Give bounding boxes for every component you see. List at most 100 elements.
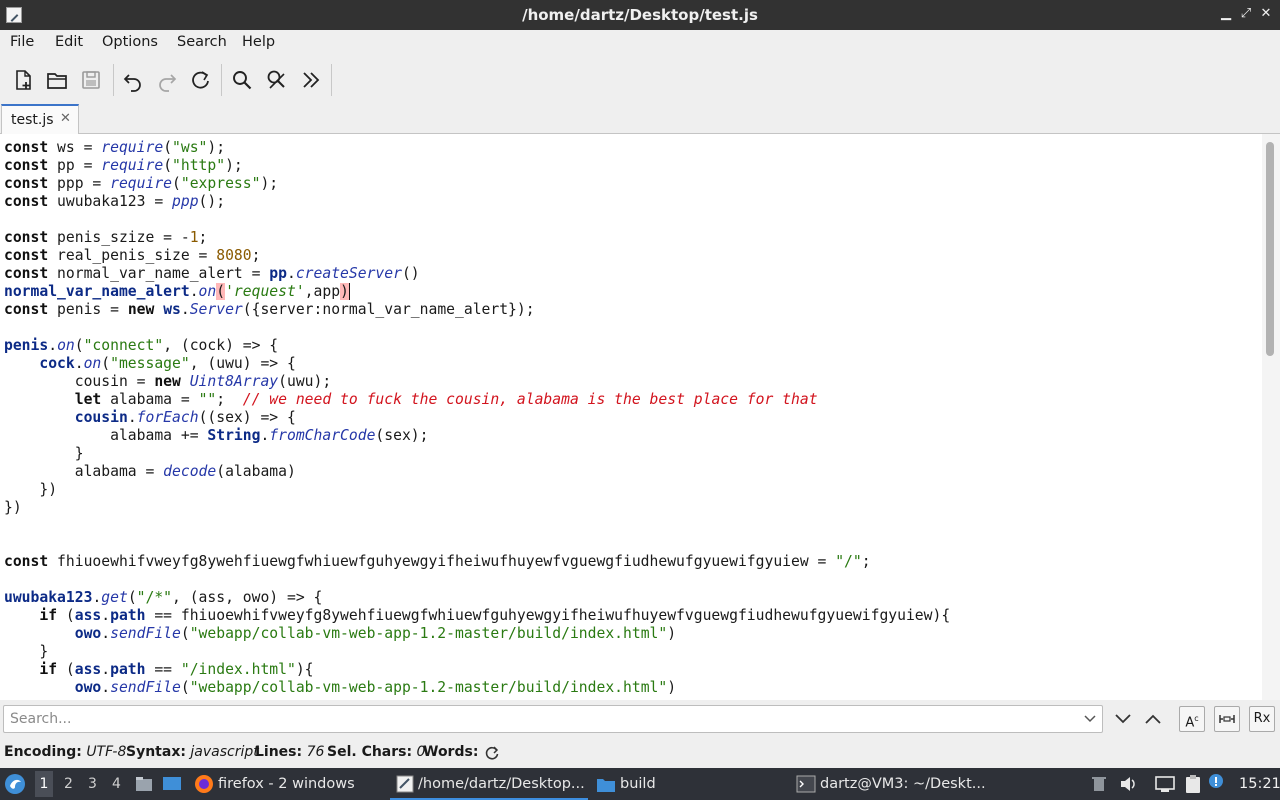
code-line[interactable]: const real_penis_size = 8080;	[4, 247, 950, 265]
code-token: "connect"	[83, 337, 164, 354]
code-line[interactable]: })	[4, 481, 950, 499]
find-previous-button[interactable]	[1140, 706, 1166, 732]
code-token: alabama +=	[4, 427, 208, 444]
code-line[interactable]: if (ass.path == "/index.html"){	[4, 661, 950, 679]
open-file-button[interactable]	[43, 66, 71, 94]
code-token: (	[74, 337, 84, 354]
whole-word-toggle[interactable]	[1214, 706, 1240, 732]
undo-icon	[123, 74, 141, 92]
code-editor[interactable]: const ws = require("ws"); const pp = requ…	[0, 134, 1262, 700]
status-encoding: Encoding: UTF-8	[4, 744, 127, 760]
code-token: }	[4, 643, 49, 660]
menu-edit[interactable]: Edit	[55, 34, 83, 50]
code-token: )	[340, 283, 350, 300]
code-line[interactable]: }	[4, 643, 950, 661]
desktop-icon[interactable]	[162, 775, 182, 793]
code-line[interactable]: }	[4, 445, 950, 463]
save-button[interactable]	[77, 66, 105, 94]
chevron-down-icon[interactable]	[1084, 712, 1096, 724]
menu-help[interactable]: Help	[242, 34, 275, 50]
search-input[interactable]: Search...	[3, 705, 1103, 733]
undo-button[interactable]	[119, 66, 147, 94]
code-line[interactable]: penis.on("connect", (cock) => {	[4, 337, 950, 355]
volume-icon[interactable]	[1119, 775, 1137, 793]
menu-search[interactable]: Search	[177, 34, 227, 50]
workspace-3[interactable]: 3	[88, 776, 97, 792]
find-replace-button[interactable]	[263, 66, 291, 94]
code-text[interactable]: const ws = require("ws"); const pp = requ…	[4, 139, 950, 697]
go-to-line-button[interactable]	[297, 66, 325, 94]
workspace-1[interactable]: 1	[35, 771, 53, 797]
code-line[interactable]: owo.sendFile("webapp/collab-vm-web-app-1…	[4, 625, 950, 643]
code-line[interactable]: alabama = decode(alabama)	[4, 463, 950, 481]
clipboard-icon[interactable]	[1184, 774, 1202, 794]
vertical-scrollbar[interactable]	[1262, 134, 1280, 700]
code-line[interactable]: owo.sendFile("webapp/collab-vm-web-app-1…	[4, 679, 950, 697]
tab-close-icon[interactable]: ✕	[60, 111, 71, 126]
code-token: "/index.html"	[180, 661, 296, 678]
code-token: 'request'	[225, 283, 305, 300]
code-line[interactable]: normal_var_name_alert.on('request',app)	[4, 283, 950, 301]
code-line[interactable]: if (ass.path == fhiuoewhifvweyfg8ywehfiu…	[4, 607, 950, 625]
code-line[interactable]: uwubaka123.get("/*", (ass, owo) => {	[4, 589, 950, 607]
code-line[interactable]	[4, 211, 950, 229]
code-token: .	[101, 679, 111, 696]
trash-icon[interactable]	[1092, 776, 1106, 792]
maximize-icon[interactable]: ⤢	[1238, 6, 1254, 22]
search-bar: Search... Ac Rx	[0, 702, 1280, 738]
code-line[interactable]: })	[4, 499, 950, 517]
code-line[interactable]: const penis_szize = -1;	[4, 229, 950, 247]
code-line[interactable]: const penis = new ws.Server({server:norm…	[4, 301, 950, 319]
status-syntax: Syntax: javascript	[126, 744, 259, 760]
match-case-toggle[interactable]: Ac	[1179, 706, 1205, 732]
notification-icon[interactable]	[1208, 773, 1224, 789]
network-icon[interactable]	[1155, 775, 1175, 793]
toolbar	[0, 58, 1280, 102]
code-line[interactable]	[4, 535, 950, 553]
workspace-4[interactable]: 4	[112, 776, 121, 792]
new-file-button[interactable]	[9, 66, 37, 94]
workspace-2[interactable]: 2	[64, 776, 73, 792]
minimize-icon[interactable]: ▁	[1218, 6, 1234, 22]
code-token: normal_var_name_alert =	[48, 265, 270, 282]
find-next-button[interactable]	[1110, 706, 1136, 732]
code-line[interactable]	[4, 571, 950, 589]
menu-options[interactable]: Options	[102, 34, 158, 50]
code-token: (alabama)	[216, 463, 296, 480]
code-line[interactable]: const ws = require("ws");	[4, 139, 950, 157]
taskbar-build-label: build	[620, 776, 656, 792]
regex-toggle[interactable]: Rx	[1249, 706, 1275, 732]
code-line[interactable]	[4, 517, 950, 535]
code-token: ppp	[172, 193, 199, 210]
code-line[interactable]: const normal_var_name_alert = pp.createS…	[4, 265, 950, 283]
code-line[interactable]: const ppp = require("express");	[4, 175, 950, 193]
taskbar-build[interactable]: build	[592, 768, 788, 800]
menu-file[interactable]: File	[10, 34, 34, 50]
scrollbar-thumb[interactable]	[1266, 142, 1274, 356]
code-token: if	[39, 661, 58, 678]
taskbar-firefox[interactable]: firefox - 2 windows	[190, 768, 386, 800]
code-line[interactable]	[4, 319, 950, 337]
code-line[interactable]: let alabama = ""; // we need to fuck the…	[4, 391, 950, 409]
window-titlebar[interactable]: /home/dartz/Desktop/test.js ▁ ⤢ ✕	[0, 0, 1280, 30]
code-token: ({server:normal_var_name_alert});	[242, 301, 535, 318]
regex-label: Rx	[1253, 711, 1271, 726]
file-manager-icon[interactable]	[135, 775, 153, 793]
start-menu-icon[interactable]	[4, 773, 26, 795]
code-line[interactable]: alabama += String.fromCharCode(sex);	[4, 427, 950, 445]
code-line[interactable]: cock.on("message", (uwu) => {	[4, 355, 950, 373]
tab-test-js[interactable]: test.js ✕	[1, 104, 79, 134]
code-line[interactable]: const fhiuoewhifvweyfg8ywehfiuewgfwhiuew…	[4, 553, 950, 571]
find-button[interactable]	[228, 66, 256, 94]
taskbar-editor[interactable]: /home/dartz/Desktop...	[390, 768, 588, 800]
code-line[interactable]: const uwubaka123 = ppp();	[4, 193, 950, 211]
reload-button[interactable]	[186, 66, 214, 94]
redo-button[interactable]	[153, 66, 181, 94]
code-token: cousin	[74, 409, 128, 426]
close-icon[interactable]: ✕	[1258, 6, 1274, 22]
taskbar-terminal[interactable]: dartz@VM3: ~/Deskt...	[792, 768, 988, 800]
refresh-word-count-icon[interactable]	[484, 745, 500, 761]
code-line[interactable]: cousin = new Uint8Array(uwu);	[4, 373, 950, 391]
code-line[interactable]: const pp = require("http");	[4, 157, 950, 175]
code-line[interactable]: cousin.forEach((sex) => {	[4, 409, 950, 427]
